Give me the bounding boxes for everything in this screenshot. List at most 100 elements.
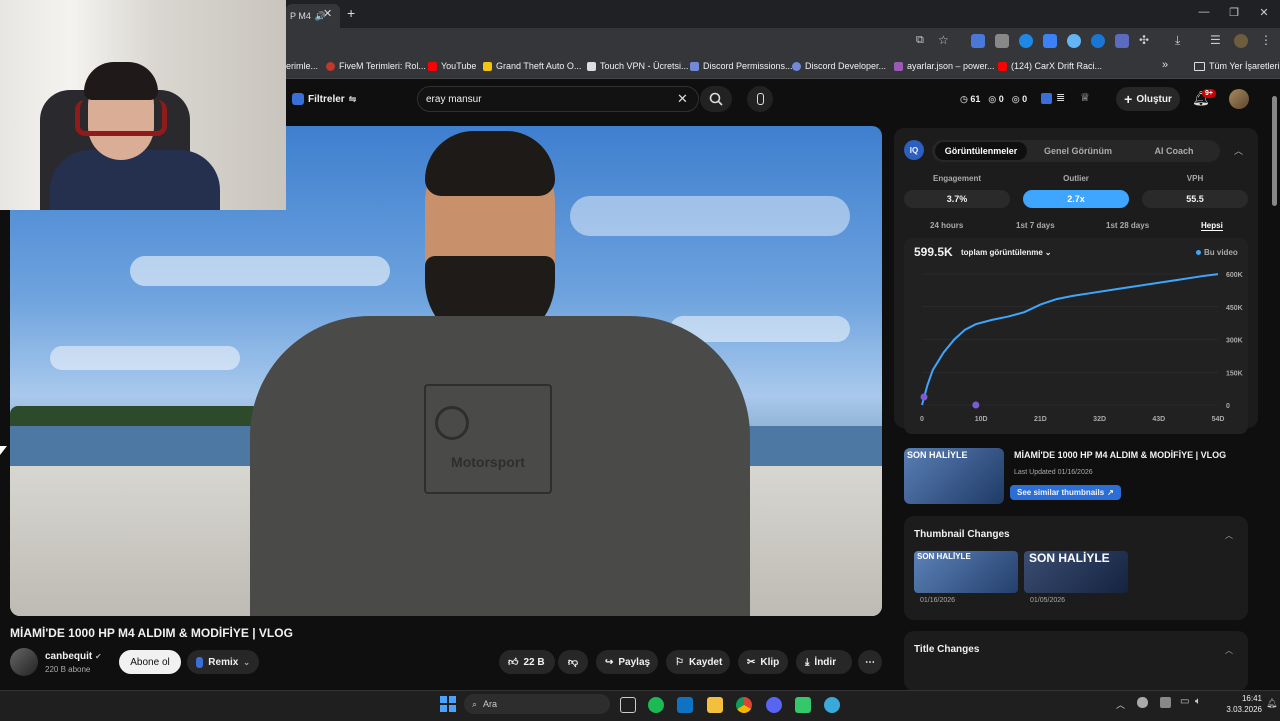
collapse-chevron-icon[interactable]: ︿ xyxy=(1225,530,1233,541)
bookmark-item[interactable]: Discord Developer... xyxy=(792,61,886,71)
tab-close-icon[interactable]: ✕ xyxy=(323,7,332,20)
chrome-icon[interactable] xyxy=(736,697,752,713)
range-24h[interactable]: 24 hours xyxy=(930,221,963,230)
stat-item: ◎ 0 xyxy=(988,94,1003,105)
vscode-icon[interactable] xyxy=(677,697,693,713)
collapse-chevron-icon[interactable]: ︿ xyxy=(1234,144,1243,157)
notification-center-icon[interactable]: 🔔︎ xyxy=(1266,698,1277,709)
downloads-icon[interactable]: ⤓ xyxy=(1175,33,1180,48)
notification-badge: 9+ xyxy=(1202,89,1216,98)
new-tab-button[interactable]: + xyxy=(347,5,355,21)
volume-icon[interactable]: 🔈︎ xyxy=(1195,696,1201,707)
list-icon[interactable]: ≣ xyxy=(1056,91,1065,104)
metric-outlier[interactable]: 2.7x xyxy=(1023,190,1129,208)
headset-shape xyxy=(75,100,167,136)
subscribe-button[interactable]: Abone ol xyxy=(119,650,181,674)
metric-engagement[interactable]: 3.7% xyxy=(904,190,1010,208)
all-bookmarks-folder[interactable]: Tüm Yer İşaretleri xyxy=(1194,61,1280,71)
bookmark-item[interactable]: Grand Theft Auto O... xyxy=(483,61,581,71)
search-button[interactable] xyxy=(700,86,732,112)
bookmark-item[interactable]: (124) CarX Drift Raci... xyxy=(998,61,1102,71)
app-icon[interactable] xyxy=(795,697,811,713)
extension-icon[interactable] xyxy=(1019,34,1033,48)
voice-search-button[interactable] xyxy=(747,86,773,112)
bookmark-item[interactable]: ayarlar.json – power... xyxy=(894,61,995,71)
tab-search-icon[interactable]: ☰ xyxy=(1210,33,1221,47)
close-window-button[interactable]: ✕ xyxy=(1256,6,1272,19)
save-button[interactable]: ⚐ Kaydet xyxy=(666,650,730,674)
tray-chevron-icon[interactable]: ︿ xyxy=(1116,698,1125,711)
clock-date[interactable]: 3.03.2026 xyxy=(1208,705,1262,714)
cast-icon[interactable]: ⧉ xyxy=(916,34,924,47)
profile-avatar[interactable] xyxy=(1234,34,1248,48)
file-explorer-icon[interactable] xyxy=(707,697,723,713)
bookmark-item[interactable]: FiveM Terimleri: Rol... xyxy=(326,61,426,71)
clock-icon: ◷ xyxy=(960,94,968,104)
maximize-button[interactable]: ❐ xyxy=(1226,6,1242,19)
range-all[interactable]: Hepsi xyxy=(1201,221,1223,231)
thumbnail-change-item[interactable]: SON HALİYLE xyxy=(1024,551,1128,593)
discord-icon[interactable] xyxy=(766,697,782,713)
filters-button[interactable]: Filtreler ⇋ xyxy=(292,90,356,108)
extension-icon[interactable] xyxy=(1043,34,1057,48)
subscriber-count: 220 B abone xyxy=(45,665,91,674)
tab-views[interactable]: Görüntülenmeler xyxy=(935,142,1027,160)
tray-discord-icon[interactable] xyxy=(1137,697,1148,708)
more-actions-button[interactable]: ⋯ xyxy=(858,650,882,674)
bmw-logo-icon xyxy=(435,406,469,440)
like-button[interactable]: 👍︎ 22 B xyxy=(499,650,555,674)
all-bookmarks-label: Tüm Yer İşaretleri xyxy=(1209,61,1280,71)
see-similar-button[interactable]: See similar thumbnails ↗ xyxy=(1010,485,1121,500)
extension-icon[interactable] xyxy=(1091,34,1105,48)
browser-menu-icon[interactable]: ⋮ xyxy=(1260,33,1272,47)
extensions-puzzle-icon[interactable]: ✣ xyxy=(1139,33,1149,47)
windows-taskbar xyxy=(0,690,1280,721)
tab-ai-coach[interactable]: AI Coach xyxy=(1128,142,1220,160)
create-button[interactable]: + Oluştur xyxy=(1116,87,1180,111)
channel-avatar[interactable] xyxy=(10,648,38,676)
taskbar-search[interactable]: ⌕ Ara xyxy=(464,694,610,714)
bookmark-item[interactable]: Touch VPN - Ücretsi... xyxy=(587,61,689,71)
extension-icon[interactable] xyxy=(1115,34,1129,48)
bookmark-item[interactable]: Discord Permissions... xyxy=(690,61,793,71)
folder-icon xyxy=(1194,61,1205,71)
start-button[interactable] xyxy=(440,696,456,712)
extension-icon[interactable] xyxy=(995,34,1009,48)
views-metric-dropdown[interactable]: toplam görüntülenme ⌄ xyxy=(961,248,1051,257)
tab-overview[interactable]: Genel Görünüm xyxy=(1032,142,1124,160)
iq-extension-icon[interactable] xyxy=(1041,93,1052,104)
minimize-button[interactable]: — xyxy=(1196,6,1212,18)
bookmark-star-icon[interactable]: ☆ xyxy=(938,33,949,47)
download-button[interactable]: ⤓ İndir xyxy=(796,650,852,674)
thumbnail-change-item[interactable]: SON HALİYLE xyxy=(914,551,1018,593)
thumbnail-image[interactable]: SON HALİYLE xyxy=(904,448,1004,504)
clear-search-icon[interactable]: ✕ xyxy=(677,91,688,107)
metric-label: VPH xyxy=(1186,174,1204,183)
trophy-icon[interactable]: ♕ xyxy=(1080,91,1090,104)
account-avatar[interactable] xyxy=(1229,89,1249,109)
tray-app-icon[interactable] xyxy=(1160,697,1171,708)
task-view-icon[interactable] xyxy=(620,697,636,713)
search-input[interactable] xyxy=(426,90,666,108)
extension-icon[interactable] xyxy=(971,34,985,48)
range-7d[interactable]: 1st 7 days xyxy=(1016,221,1055,230)
clip-button[interactable]: ✂ Klip xyxy=(738,650,788,674)
range-28d[interactable]: 1st 28 days xyxy=(1106,221,1149,230)
bookmark-item[interactable]: YouTube xyxy=(428,61,476,71)
extension-icon[interactable] xyxy=(1067,34,1081,48)
metric-vph[interactable]: 55.5 xyxy=(1142,190,1248,208)
spotify-icon[interactable] xyxy=(648,697,664,713)
network-icon[interactable]: ▭ xyxy=(1180,696,1189,707)
bookmark-item[interactable]: erimle... xyxy=(286,61,318,71)
remix-button[interactable]: Remix ⌄ xyxy=(187,650,259,674)
page-scrollbar[interactable] xyxy=(1272,96,1277,206)
dislike-button[interactable]: 👎︎ xyxy=(558,650,588,674)
views-chart[interactable]: 600K 450K 300K 150K 0 0 10D 21D 32D 43D 54D xyxy=(904,260,1248,430)
streamer-hair-shape xyxy=(84,62,158,100)
more-bookmarks-chevron-icon[interactable]: » xyxy=(1162,59,1168,71)
share-button[interactable]: ↪ Paylaş xyxy=(596,650,658,674)
clock-time[interactable]: 16:41 xyxy=(1222,694,1262,703)
app-icon[interactable] xyxy=(824,697,840,713)
collapse-chevron-icon[interactable]: ︿ xyxy=(1225,645,1233,656)
channel-name[interactable]: canbequit xyxy=(45,651,92,662)
